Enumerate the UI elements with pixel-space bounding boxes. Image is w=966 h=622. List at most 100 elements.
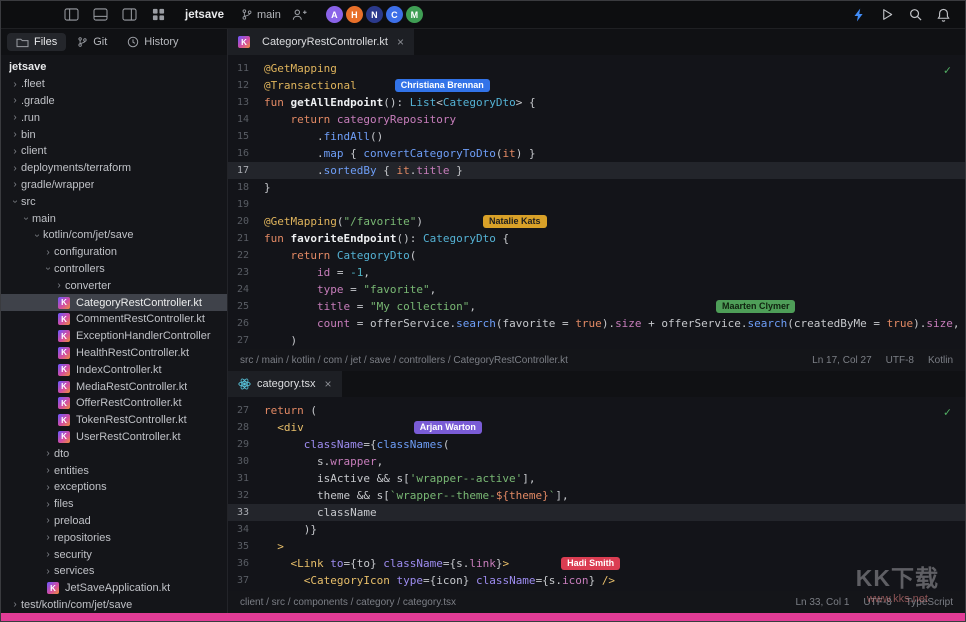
sidebar-tab-files[interactable]: Files [7, 33, 66, 51]
file-encoding[interactable]: UTF-8 [863, 597, 891, 608]
editor-tab-categoryrestcontroller[interactable]: K CategoryRestController.kt × [228, 29, 414, 55]
project-name[interactable]: jetsave [185, 9, 224, 21]
chevron-right-icon[interactable]: › [53, 280, 65, 291]
code-line-13[interactable]: 13fun getAllEndpoint(): List<CategoryDto… [228, 94, 965, 111]
chevron-down-icon[interactable]: › [21, 213, 32, 225]
tree-item-files[interactable]: ›files [1, 496, 227, 513]
code-line-22[interactable]: 22 return CategoryDto( [228, 247, 965, 264]
close-tab-icon[interactable]: × [325, 377, 332, 391]
chevron-right-icon[interactable]: › [9, 79, 21, 90]
search-icon[interactable] [905, 5, 925, 25]
tree-item--fleet[interactable]: ›.fleet [1, 76, 227, 93]
code-line-30[interactable]: 30 s.wrapper, [228, 453, 965, 470]
collaborator-cursor-maarten-clymer[interactable]: Maarten Clymer [716, 300, 796, 313]
chevron-right-icon[interactable]: › [42, 482, 54, 493]
caret-position[interactable]: Ln 17, Col 27 [812, 355, 872, 366]
chevron-right-icon[interactable]: › [9, 179, 21, 190]
code-line-24[interactable]: 24 type = "favorite", [228, 281, 965, 298]
code-line-25[interactable]: 25 title = "My collection",Maarten Clyme… [228, 298, 965, 315]
code-line-21[interactable]: 21fun favoriteEndpoint(): CategoryDto { [228, 230, 965, 247]
tree-item-offerrestcontroller-kt[interactable]: KOfferRestController.kt [1, 395, 227, 412]
code-line-36[interactable]: 36 <Link to={to} className={s.link}>Hadi… [228, 555, 965, 572]
chevron-down-icon[interactable]: › [32, 229, 43, 241]
toggle-bottom-panel-icon[interactable] [90, 5, 110, 25]
code-line-27[interactable]: 27return ( [228, 402, 965, 419]
code-line-37[interactable]: 37 <CategoryIcon type={icon} className={… [228, 572, 965, 589]
editor-tab-category-tsx[interactable]: category.tsx × [228, 371, 342, 397]
invite-collaborator-icon[interactable] [290, 5, 310, 25]
code-line-15[interactable]: 15 .findAll() [228, 128, 965, 145]
close-tab-icon[interactable]: × [397, 35, 404, 49]
toggle-left-panel-icon[interactable] [61, 5, 81, 25]
breadcrumb[interactable]: src / main / kotlin / com / jet / save /… [240, 355, 568, 366]
tree-item-jetsave[interactable]: jetsave [1, 59, 227, 76]
chevron-down-icon[interactable]: › [43, 263, 54, 275]
collaborator-cursor-natalie-kats[interactable]: Natalie Kats [483, 215, 547, 228]
tree-item-controllers[interactable]: ›controllers [1, 261, 227, 278]
file-language[interactable]: Kotlin [928, 355, 953, 366]
tree-item-bin[interactable]: ›bin [1, 126, 227, 143]
chevron-right-icon[interactable]: › [42, 566, 54, 577]
code-line-18[interactable]: 18} [228, 179, 965, 196]
tree-item-src[interactable]: ›src [1, 193, 227, 210]
tree-item-preload[interactable]: ›preload [1, 513, 227, 530]
avatar-a[interactable]: A [326, 6, 343, 23]
code-line-12[interactable]: 12@TransactionalChristiana Brennan [228, 77, 965, 94]
chevron-right-icon[interactable]: › [42, 499, 54, 510]
code-editor-tsx[interactable]: ✓ 27return (28 <divArjan Warton29 classN… [228, 397, 965, 591]
code-line-34[interactable]: 34 )} [228, 521, 965, 538]
chevron-down-icon[interactable]: › [10, 196, 21, 208]
tree-item-client[interactable]: ›client [1, 143, 227, 160]
tree-item--gradle[interactable]: ›.gradle [1, 93, 227, 110]
tree-item-exceptionhandlercontroller[interactable]: KExceptionHandlerController [1, 328, 227, 345]
avatar-h[interactable]: H [346, 6, 363, 23]
code-line-17[interactable]: 17 .sortedBy { it.title } [228, 162, 965, 179]
tree-item-gradle-wrapper[interactable]: ›gradle/wrapper [1, 177, 227, 194]
chevron-right-icon[interactable]: › [9, 112, 21, 123]
code-line-26[interactable]: 26 count = offerService.search(favorite … [228, 315, 965, 332]
tree-item-jetsaveapplication-kt[interactable]: KJetSaveApplication.kt [1, 580, 227, 597]
toggle-right-panel-icon[interactable] [119, 5, 139, 25]
sidebar-tab-git[interactable]: Git [68, 33, 116, 51]
tree-item-repositories[interactable]: ›repositories [1, 529, 227, 546]
file-language[interactable]: TypeScript [906, 597, 953, 608]
code-line-29[interactable]: 29 className={classNames( [228, 436, 965, 453]
code-line-28[interactable]: 28 <divArjan Warton [228, 419, 965, 436]
tree-item-commentrestcontroller-kt[interactable]: KCommentRestController.kt [1, 311, 227, 328]
chevron-right-icon[interactable]: › [9, 129, 21, 140]
tree-item-exceptions[interactable]: ›exceptions [1, 479, 227, 496]
tree-item-mediarestcontroller-kt[interactable]: KMediaRestController.kt [1, 378, 227, 395]
tree-item-security[interactable]: ›security [1, 546, 227, 563]
caret-position[interactable]: Ln 33, Col 1 [795, 597, 849, 608]
notifications-bell-icon[interactable] [933, 5, 953, 25]
git-branch-button[interactable]: main [241, 8, 281, 21]
code-line-11[interactable]: 11@GetMapping [228, 60, 965, 77]
tree-item-categoryrestcontroller-kt[interactable]: KCategoryRestController.kt [1, 294, 227, 311]
chevron-right-icon[interactable]: › [42, 532, 54, 543]
code-line-19[interactable]: 19 [228, 196, 965, 213]
chevron-right-icon[interactable]: › [42, 549, 54, 560]
chevron-right-icon[interactable]: › [42, 247, 54, 258]
avatar-c[interactable]: C [386, 6, 403, 23]
avatar-m[interactable]: M [406, 6, 423, 23]
tree-item-kotlin-com-jet-save[interactable]: ›kotlin/com/jet/save [1, 227, 227, 244]
chevron-right-icon[interactable]: › [9, 163, 21, 174]
code-line-31[interactable]: 31 isActive && s['wrapper--active'], [228, 470, 965, 487]
chevron-right-icon[interactable]: › [9, 146, 21, 157]
tree-item-services[interactable]: ›services [1, 563, 227, 580]
chevron-right-icon[interactable]: › [42, 465, 54, 476]
run-button[interactable] [877, 5, 897, 25]
tree-item-userrestcontroller-kt[interactable]: KUserRestController.kt [1, 429, 227, 446]
code-line-35[interactable]: 35 > [228, 538, 965, 555]
tree-item-configuration[interactable]: ›configuration [1, 244, 227, 261]
tree-item-entities[interactable]: ›entities [1, 462, 227, 479]
chevron-right-icon[interactable]: › [9, 95, 21, 106]
breadcrumb[interactable]: client / src / components / category / c… [240, 597, 456, 608]
code-line-33[interactable]: 33 className [228, 504, 965, 521]
tree-item-test-kotlin-com-jet-save[interactable]: ›test/kotlin/com/jet/save [1, 597, 227, 614]
code-line-14[interactable]: 14 return categoryRepository [228, 111, 965, 128]
file-encoding[interactable]: UTF-8 [886, 355, 914, 366]
smart-mode-lightning-icon[interactable] [849, 5, 869, 25]
sidebar-tab-history[interactable]: History [118, 33, 187, 51]
tree-item-converter[interactable]: ›converter [1, 277, 227, 294]
